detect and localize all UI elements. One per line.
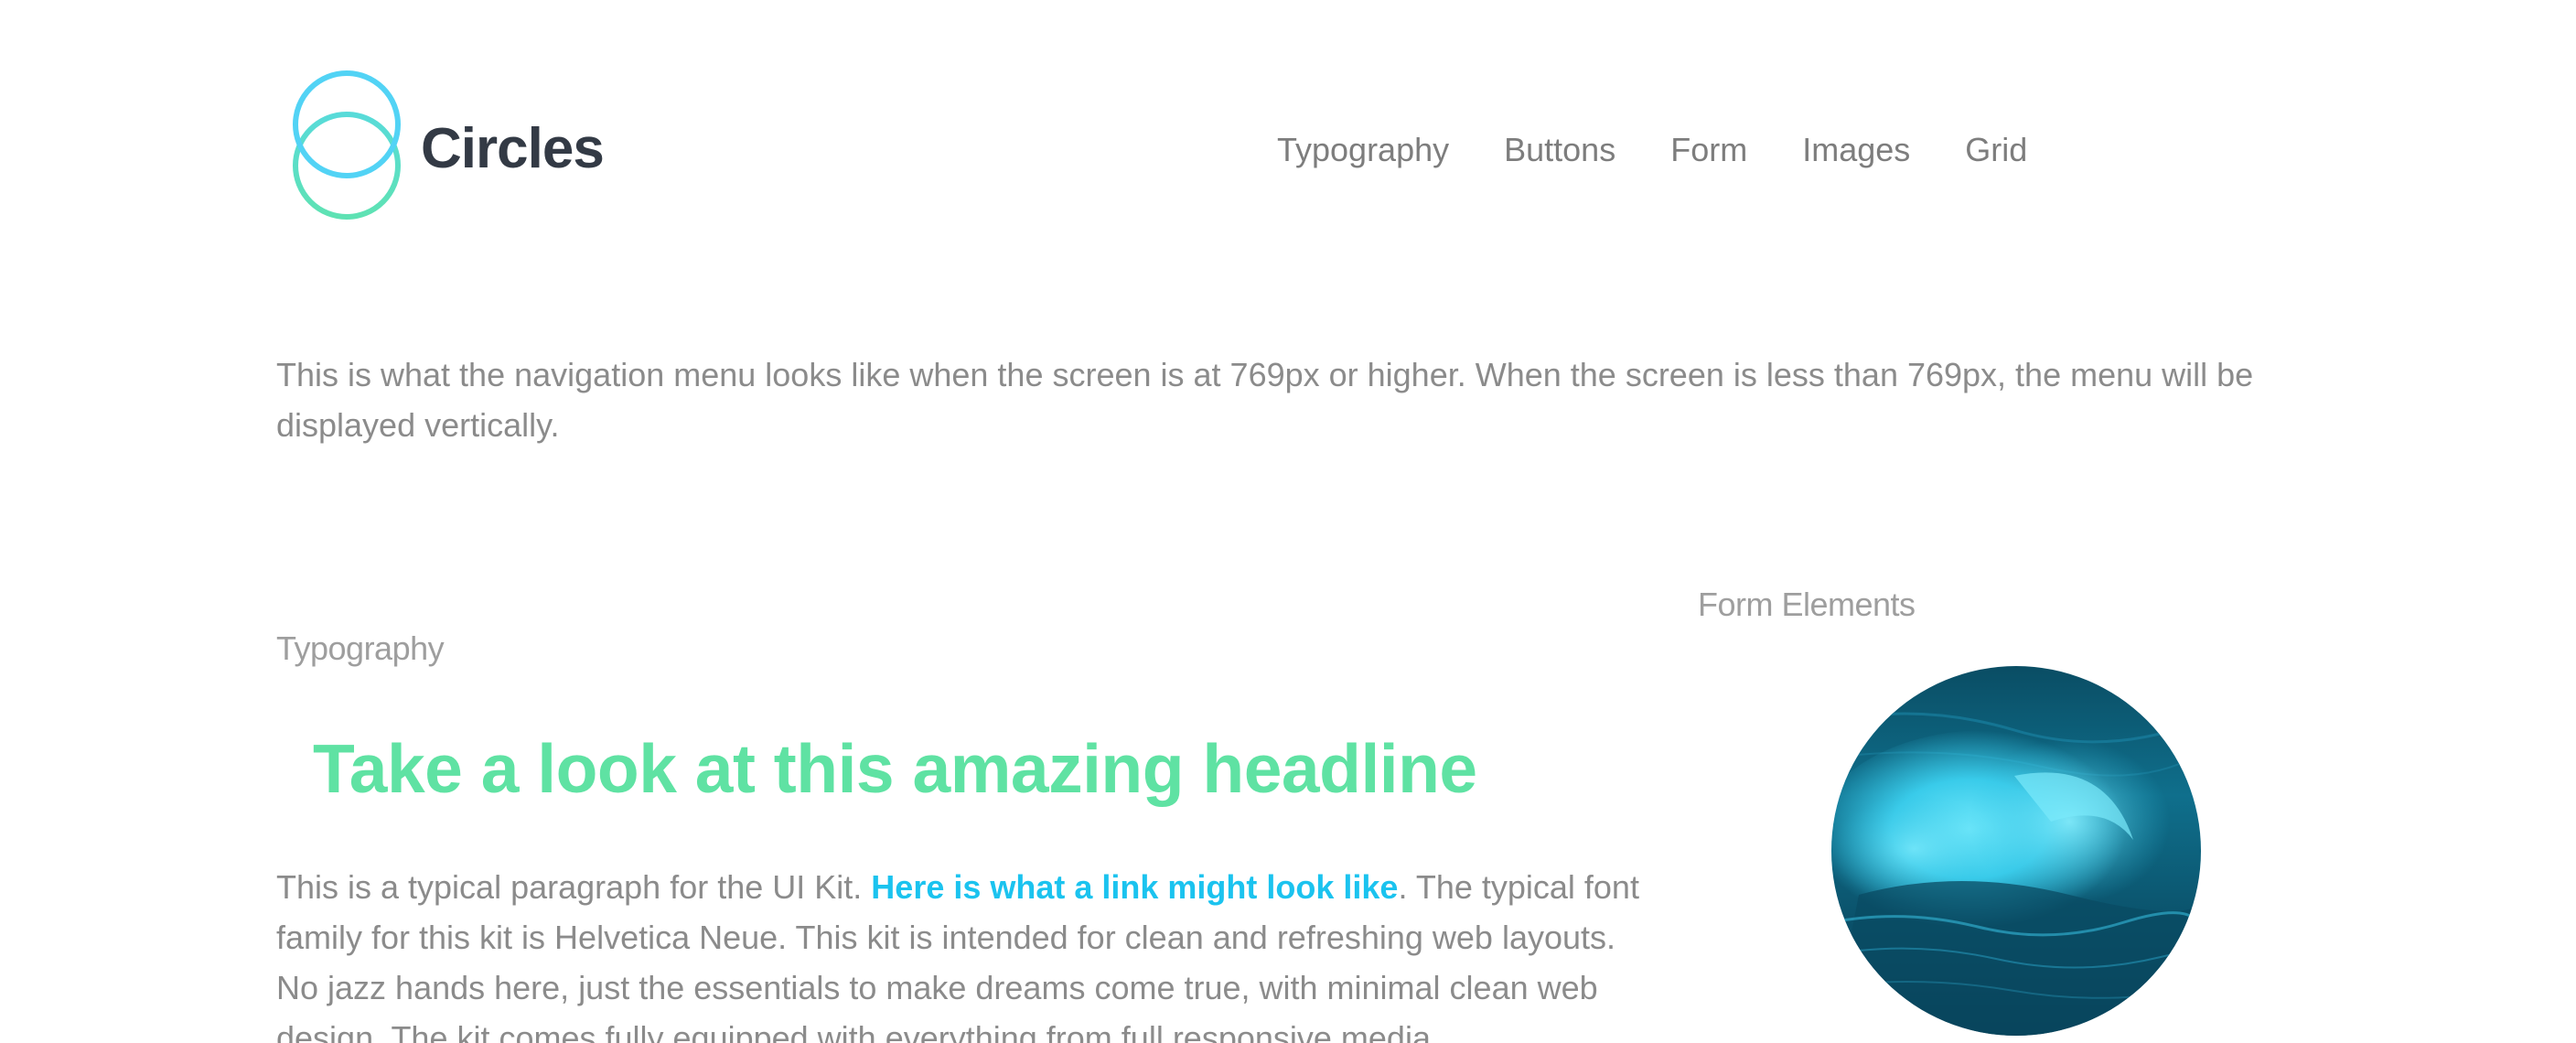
logo[interactable]: Circles (289, 68, 605, 225)
headline: Take a look at this amazing headline (313, 730, 1477, 807)
nav-item-grid[interactable]: Grid (1965, 126, 2027, 174)
nav-item-images[interactable]: Images (1802, 126, 1910, 174)
logo-text: Circles (421, 117, 605, 180)
two-interlocking-circles-icon (293, 70, 401, 220)
typography-section-label: Typography (276, 629, 445, 667)
ocean-wave-image-graphic (1831, 666, 2201, 1036)
nav-item-form[interactable]: Form (1670, 126, 1747, 174)
main-nav: Typography Buttons Form Images Grid (1277, 126, 2027, 174)
paragraph-text-start: This is a typical paragraph for the UI K… (276, 868, 872, 906)
typography-paragraph: This is a typical paragraph for the UI K… (276, 862, 1639, 1043)
nav-item-buttons[interactable]: Buttons (1504, 126, 1615, 174)
form-section-label: Form Elements (1698, 586, 1916, 623)
page: Circles Typography Buttons Form Images G… (0, 0, 2576, 1043)
intro-text: This is what the navigation menu looks l… (276, 356, 2254, 444)
ocean-wave-circle-image (1831, 666, 2201, 1036)
sample-link[interactable]: Here is what a link might look like (871, 868, 1398, 906)
nav-item-typography[interactable]: Typography (1277, 126, 1449, 174)
